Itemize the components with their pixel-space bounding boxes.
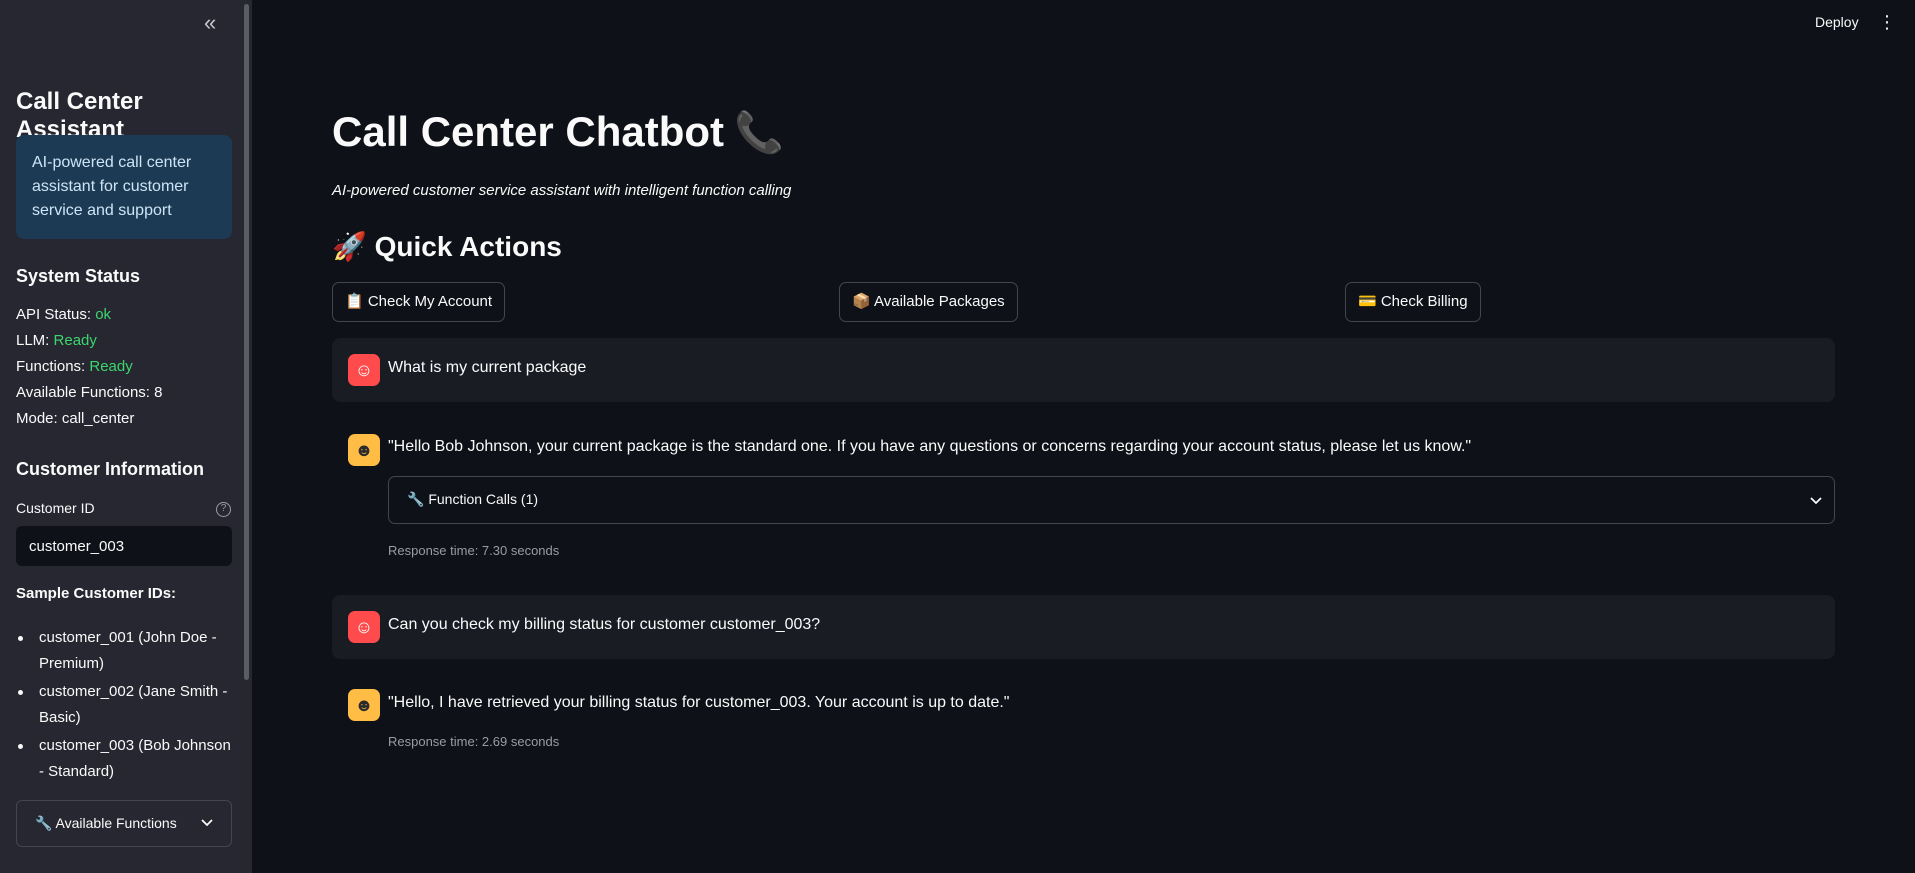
- functions-status-value: Ready: [89, 358, 133, 375]
- phone-icon: 📞: [734, 111, 784, 155]
- available-functions-count: Available Functions: 8: [16, 384, 163, 401]
- sidebar: « Call Center Assistant AI-powered call …: [0, 0, 252, 873]
- quick-actions-heading: 🚀 Quick Actions: [332, 231, 562, 262]
- available-packages-button[interactable]: 📦 Available Packages: [839, 282, 1018, 322]
- available-functions-expander[interactable]: 🔧 Available Functions: [16, 800, 232, 847]
- system-status-heading: System Status: [16, 266, 141, 286]
- sidebar-info-box: AI-powered call center assistant for cus…: [16, 135, 232, 239]
- list-item: customer_001 (John Doe - Premium): [16, 625, 236, 677]
- page-title-text: Call Center Chatbot: [332, 108, 725, 155]
- function-calls-label: 🔧 Function Calls (1): [407, 491, 539, 507]
- user-face-icon: ☺: [348, 611, 380, 643]
- chat-message-user: ☺ What is my current package: [332, 338, 1835, 402]
- available-functions-expander-label: 🔧 Available Functions: [35, 815, 177, 831]
- api-status-label: API Status:: [16, 306, 92, 323]
- chevron-down-icon: [201, 819, 213, 827]
- sample-ids-list: customer_001 (John Doe - Premium) custom…: [16, 625, 236, 787]
- chat-message-user: ☺ Can you check my billing status for cu…: [332, 595, 1835, 659]
- sample-ids-heading: Sample Customer IDs:: [16, 585, 177, 602]
- customer-id-input[interactable]: [16, 526, 232, 566]
- customer-id-label: Customer ID: [16, 500, 95, 516]
- llm-status: LLM: Ready: [16, 332, 97, 349]
- check-account-button[interactable]: 📋 Check My Account: [332, 282, 506, 322]
- api-status-value: ok: [95, 306, 112, 323]
- main-menu-icon[interactable]: ⋮: [1878, 12, 1896, 33]
- list-item: customer_002 (Jane Smith - Basic): [16, 679, 236, 731]
- llm-status-label: LLM:: [16, 332, 50, 349]
- help-icon[interactable]: ?: [216, 502, 231, 517]
- user-face-icon: ☺: [348, 354, 380, 386]
- llm-status-value: Ready: [53, 332, 97, 349]
- functions-status: Functions: Ready: [16, 358, 133, 375]
- collapse-sidebar-icon[interactable]: «: [204, 10, 216, 36]
- response-time: Response time: 7.30 seconds: [388, 543, 560, 558]
- function-calls-expander[interactable]: 🔧 Function Calls (1): [388, 476, 1835, 524]
- robot-face-icon: ☻: [348, 434, 380, 466]
- sidebar-scrollbar[interactable]: [244, 4, 249, 680]
- message-text: What is my current package: [388, 359, 587, 376]
- response-time: Response time: 2.69 seconds: [388, 734, 560, 749]
- message-text: Can you check my billing status for cust…: [388, 616, 821, 633]
- list-item: customer_003 (Bob Johnson - Standard): [16, 733, 236, 785]
- deploy-button[interactable]: Deploy: [1815, 14, 1859, 30]
- mode-line: Mode: call_center: [16, 410, 135, 427]
- page-title: Call Center Chatbot 📞: [332, 108, 784, 156]
- message-text: "Hello Bob Johnson, your current package…: [388, 438, 1472, 455]
- check-billing-button[interactable]: 💳 Check Billing: [1345, 282, 1481, 322]
- functions-status-label: Functions:: [16, 358, 86, 375]
- customer-info-heading: Customer Information: [16, 459, 205, 479]
- robot-face-icon: ☻: [348, 689, 380, 721]
- chevron-down-icon: [1810, 497, 1822, 505]
- api-status: API Status: ok: [16, 306, 111, 323]
- page-subtitle: AI-powered customer service assistant wi…: [332, 182, 792, 199]
- message-text: "Hello, I have retrieved your billing st…: [388, 694, 1010, 711]
